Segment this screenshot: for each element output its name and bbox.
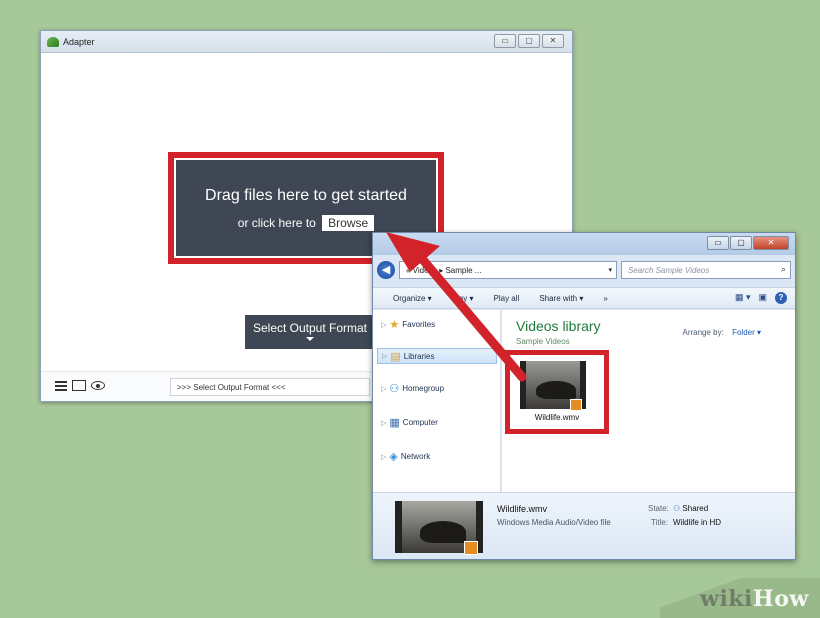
address-row: ◀ « Videos ▸ Sample ... ▾ Search Sample … (377, 259, 791, 281)
expand-arrow-icon[interactable]: ▷ (382, 352, 387, 360)
view-options-icon[interactable]: ▦ ▾ (735, 292, 751, 304)
close-button[interactable]: ✕ (542, 34, 564, 48)
address-dropdown-icon[interactable]: ▾ (608, 266, 612, 274)
library-title: Videos library (516, 318, 601, 334)
details-state-label: State: (648, 504, 669, 513)
minimize-button[interactable]: ▭ (494, 34, 516, 48)
adapter-app-icon (47, 36, 59, 47)
more-button[interactable]: » (603, 294, 607, 303)
explorer-toolbar: Organize ▾ Play ▾ Play all Share with ▾ … (373, 287, 795, 309)
console-icon[interactable] (72, 380, 86, 391)
media-player-icon (464, 541, 478, 555)
nav-label: Network (400, 452, 431, 461)
chevron-down-icon (306, 337, 314, 341)
nav-item-favorites[interactable]: ▷ ★ Favorites (381, 318, 435, 331)
nav-label: Computer (402, 418, 438, 427)
watermark-how: How (752, 586, 809, 612)
address-path: « Videos ▸ Sample ... (406, 266, 482, 275)
arrange-by: Arrange by: Folder ▾ (682, 328, 761, 337)
play-all-button[interactable]: Play all (494, 294, 520, 303)
explorer-window: ▭ ▢ ✕ ◀ « Videos ▸ Sample ... ▾ Search S… (372, 232, 796, 560)
details-state-text: Shared (682, 504, 709, 513)
media-player-icon (570, 399, 582, 411)
shared-icon: ⚇ (673, 504, 681, 513)
details-thumbnail (395, 501, 483, 555)
search-placeholder: Search Sample Videos (628, 266, 710, 275)
drop-zone-title: Drag files here to get started (205, 187, 407, 204)
expand-arrow-icon[interactable]: ▷ (381, 321, 386, 329)
search-input[interactable]: Search Sample Videos ⌕ (621, 261, 791, 279)
expand-arrow-icon[interactable]: ▷ (381, 453, 386, 461)
file-name[interactable]: Wildlife.wmv (510, 413, 604, 422)
library-subtitle: Sample Videos (516, 337, 570, 346)
toolbar-right: ▦ ▾ ▣ ? (735, 292, 787, 304)
library-icon: ▤ (390, 350, 401, 363)
maximize-button[interactable]: ▢ (518, 34, 540, 48)
drop-zone-subtitle-text: or click here to (237, 216, 316, 230)
star-icon: ★ (389, 319, 400, 331)
navigation-pane: ▷ ★ Favorites ▷ ▤ Libraries ▷ ⚇ Homegrou… (373, 310, 501, 492)
expand-arrow-icon[interactable]: ▷ (381, 419, 386, 427)
details-file-name: Wildlife.wmv (497, 504, 548, 514)
menu-icon[interactable] (55, 380, 67, 391)
adapter-window-title: Adapter (63, 36, 95, 47)
explorer-titlebar: ▭ ▢ ✕ (373, 233, 795, 255)
network-icon: ◈ (389, 451, 398, 463)
arrange-by-label: Arrange by: (682, 328, 724, 337)
file-highlight: Wildlife.wmv (505, 350, 609, 434)
nav-item-computer[interactable]: ▷ ▦ Computer (381, 416, 438, 429)
status-icons (55, 380, 105, 391)
nav-label: Libraries (403, 351, 435, 361)
drop-zone-subtitle: or click here to Browse (176, 215, 436, 231)
explorer-minimize-button[interactable]: ▭ (707, 236, 729, 250)
organize-button[interactable]: Organize ▾ (393, 294, 432, 303)
nav-item-homegroup[interactable]: ▷ ⚇ Homegroup (381, 382, 444, 395)
homegroup-icon: ⚇ (389, 383, 400, 395)
explorer-close-button[interactable]: ✕ (753, 236, 789, 250)
adapter-titlebar: Adapter ▭ ▢ ✕ (41, 31, 572, 53)
browse-button[interactable]: Browse (322, 215, 375, 231)
nav-item-network[interactable]: ▷ ◈ Network (381, 450, 430, 463)
select-output-format-button[interactable]: Select Output Format (245, 315, 375, 349)
arrange-by-dropdown[interactable]: Folder ▾ (732, 328, 761, 337)
content-pane: Videos library Sample Videos Arrange by:… (502, 310, 795, 492)
explorer-maximize-button[interactable]: ▢ (730, 236, 752, 250)
nav-item-libraries[interactable]: ▷ ▤ Libraries (377, 348, 497, 364)
eye-icon[interactable] (91, 381, 105, 390)
details-state-value: ⚇ Shared (673, 504, 708, 513)
status-text: >>> Select Output Format <<< (170, 378, 370, 396)
nav-label: Favorites (402, 320, 436, 329)
preview-pane-icon[interactable]: ▣ (758, 292, 767, 304)
details-pane: Wildlife.wmv Windows Media Audio/Video f… (373, 492, 795, 559)
explorer-window-controls: ▭ ▢ ✕ (707, 236, 789, 250)
back-arrow-icon[interactable]: ◀ (377, 261, 395, 279)
nav-label: Homegroup (402, 384, 445, 393)
expand-arrow-icon[interactable]: ▷ (381, 385, 386, 393)
details-title-label: Title: (651, 518, 669, 527)
share-with-button[interactable]: Share with ▾ (539, 294, 583, 303)
details-title-value: Wildlife in HD (673, 518, 722, 527)
watermark-wiki: wiki (700, 586, 753, 612)
video-thumbnail[interactable] (520, 361, 586, 411)
adapter-window-controls: ▭ ▢ ✕ (494, 34, 564, 48)
play-button[interactable]: Play ▾ (452, 294, 474, 303)
help-icon[interactable]: ? (775, 292, 787, 304)
address-bar[interactable]: « Videos ▸ Sample ... ▾ (399, 261, 617, 279)
details-file-type: Windows Media Audio/Video file (497, 518, 611, 527)
wikihow-watermark: wikiHow (660, 578, 820, 618)
search-icon[interactable]: ⌕ (781, 264, 786, 275)
computer-icon: ▦ (389, 417, 400, 429)
select-output-format-label: Select Output Format (252, 321, 368, 335)
